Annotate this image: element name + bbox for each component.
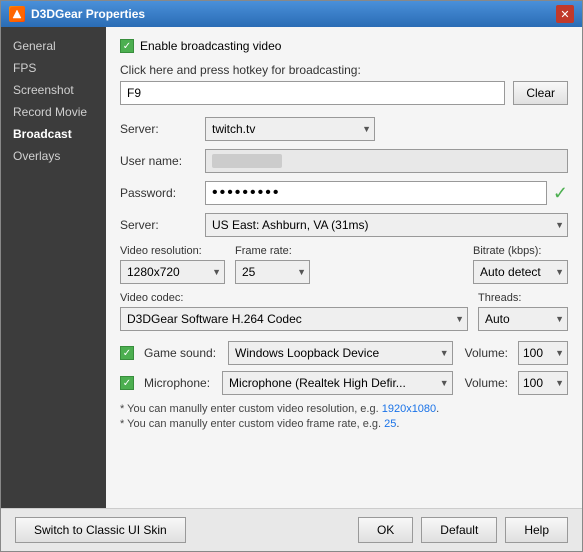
server1-select[interactable]: twitch.tv YouTube bbox=[205, 117, 375, 141]
server2-label: Server: bbox=[120, 218, 205, 232]
note2-link[interactable]: 25 bbox=[384, 418, 396, 430]
resolution-group: Video resolution: 1280x720 1920x1080 bbox=[120, 245, 225, 284]
game-volume-select-wrapper: 100 bbox=[518, 341, 568, 365]
default-button[interactable]: Default bbox=[421, 517, 497, 543]
password-label: Password: bbox=[120, 186, 205, 200]
username-row: User name: bbox=[120, 149, 568, 173]
main-window: D3DGear Properties ✕ General FPS Screens… bbox=[0, 0, 583, 552]
enable-label: Enable broadcasting video bbox=[140, 39, 281, 53]
mic-volume-label: Volume: bbox=[465, 376, 508, 390]
sidebar-item-fps[interactable]: FPS bbox=[1, 57, 106, 79]
server1-select-wrapper: twitch.tv YouTube bbox=[205, 117, 375, 141]
framerate-group: Frame rate: 25 30 bbox=[235, 245, 310, 284]
game-volume-select[interactable]: 100 bbox=[518, 341, 568, 365]
server1-row: Server: twitch.tv YouTube bbox=[120, 117, 568, 141]
bitrate-select[interactable]: Auto detect 1000 bbox=[473, 260, 568, 284]
footer-left: Switch to Classic UI Skin bbox=[15, 517, 186, 543]
title-bar: D3DGear Properties ✕ bbox=[1, 1, 582, 27]
password-check-icon: ✓ bbox=[553, 183, 568, 204]
server2-select-wrapper: US East: Ashburn, VA (31ms) US West bbox=[205, 213, 568, 237]
resolution-row: Video resolution: 1280x720 1920x1080 Fra… bbox=[120, 245, 568, 284]
codec-group: Video codec: D3DGear Software H.264 Code… bbox=[120, 292, 468, 331]
framerate-label: Frame rate: bbox=[235, 245, 310, 257]
microphone-select-wrapper: Microphone (Realtek High Defir... bbox=[222, 371, 453, 395]
username-label: User name: bbox=[120, 154, 205, 168]
bitrate-label: Bitrate (kbps): bbox=[473, 245, 568, 257]
sidebar: General FPS Screenshot Record Movie Broa… bbox=[1, 27, 106, 508]
window-title: D3DGear Properties bbox=[31, 7, 145, 21]
game-sound-select-wrapper: Windows Loopback Device bbox=[228, 341, 453, 365]
sidebar-item-general[interactable]: General bbox=[1, 35, 106, 57]
threads-select-wrapper: Auto 1 bbox=[478, 307, 568, 331]
title-bar-left: D3DGear Properties bbox=[9, 6, 145, 22]
codec-select[interactable]: D3DGear Software H.264 Codec bbox=[120, 307, 468, 331]
main-panel: ✓ Enable broadcasting video Click here a… bbox=[106, 27, 582, 508]
username-display bbox=[205, 149, 568, 173]
sidebar-item-broadcast[interactable]: Broadcast bbox=[1, 123, 106, 145]
framerate-select[interactable]: 25 30 bbox=[235, 260, 310, 284]
hotkey-input[interactable] bbox=[120, 81, 505, 105]
microphone-select[interactable]: Microphone (Realtek High Defir... bbox=[222, 371, 453, 395]
note1: * You can manully enter custom video res… bbox=[120, 403, 568, 415]
mic-volume-select[interactable]: 100 bbox=[518, 371, 568, 395]
sidebar-item-screenshot[interactable]: Screenshot bbox=[1, 79, 106, 101]
threads-label: Threads: bbox=[478, 292, 568, 304]
app-icon bbox=[9, 6, 25, 22]
microphone-row: ✓ Microphone: Microphone (Realtek High D… bbox=[120, 371, 568, 395]
bitrate-group: Bitrate (kbps): Auto detect 1000 bbox=[473, 245, 568, 284]
sidebar-item-overlays[interactable]: Overlays bbox=[1, 145, 106, 167]
bitrate-select-wrapper: Auto detect 1000 bbox=[473, 260, 568, 284]
help-button[interactable]: Help bbox=[505, 517, 568, 543]
clear-button[interactable]: Clear bbox=[513, 81, 568, 105]
server2-row: Server: US East: Ashburn, VA (31ms) US W… bbox=[120, 213, 568, 237]
codec-select-wrapper: D3DGear Software H.264 Codec bbox=[120, 307, 468, 331]
resolution-label: Video resolution: bbox=[120, 245, 225, 257]
threads-group: Threads: Auto 1 bbox=[478, 292, 568, 331]
game-sound-select[interactable]: Windows Loopback Device bbox=[228, 341, 453, 365]
password-input[interactable] bbox=[205, 181, 547, 205]
enable-row: ✓ Enable broadcasting video bbox=[120, 39, 568, 53]
game-sound-row: ✓ Game sound: Windows Loopback Device Vo… bbox=[120, 341, 568, 365]
threads-select[interactable]: Auto 1 bbox=[478, 307, 568, 331]
server2-select[interactable]: US East: Ashburn, VA (31ms) US West bbox=[205, 213, 568, 237]
framerate-select-wrapper: 25 30 bbox=[235, 260, 310, 284]
content-area: General FPS Screenshot Record Movie Broa… bbox=[1, 27, 582, 508]
note2: * You can manully enter custom video fra… bbox=[120, 418, 568, 430]
resolution-select-wrapper: 1280x720 1920x1080 bbox=[120, 260, 225, 284]
ok-button[interactable]: OK bbox=[358, 517, 413, 543]
footer-right: OK Default Help bbox=[358, 517, 568, 543]
hotkey-row: Clear bbox=[120, 81, 568, 105]
notes-section: * You can manully enter custom video res… bbox=[120, 403, 568, 430]
mic-volume-select-wrapper: 100 bbox=[518, 371, 568, 395]
switch-skin-button[interactable]: Switch to Classic UI Skin bbox=[15, 517, 186, 543]
password-row: Password: ✓ bbox=[120, 181, 568, 205]
hotkey-section-label: Click here and press hotkey for broadcas… bbox=[120, 63, 568, 77]
note1-link[interactable]: 1920x1080 bbox=[382, 403, 436, 415]
microphone-label: Microphone: bbox=[144, 376, 210, 390]
resolution-select[interactable]: 1280x720 1920x1080 bbox=[120, 260, 225, 284]
game-sound-checkbox[interactable]: ✓ bbox=[120, 346, 134, 360]
server1-label: Server: bbox=[120, 122, 205, 136]
microphone-checkbox[interactable]: ✓ bbox=[120, 376, 134, 390]
codec-label: Video codec: bbox=[120, 292, 468, 304]
codec-row: Video codec: D3DGear Software H.264 Code… bbox=[120, 292, 568, 331]
game-sound-label: Game sound: bbox=[144, 346, 216, 360]
game-volume-label: Volume: bbox=[465, 346, 508, 360]
enable-checkbox[interactable]: ✓ bbox=[120, 39, 134, 53]
sidebar-item-record-movie[interactable]: Record Movie bbox=[1, 101, 106, 123]
footer: Switch to Classic UI Skin OK Default Hel… bbox=[1, 508, 582, 551]
close-button[interactable]: ✕ bbox=[556, 5, 574, 23]
